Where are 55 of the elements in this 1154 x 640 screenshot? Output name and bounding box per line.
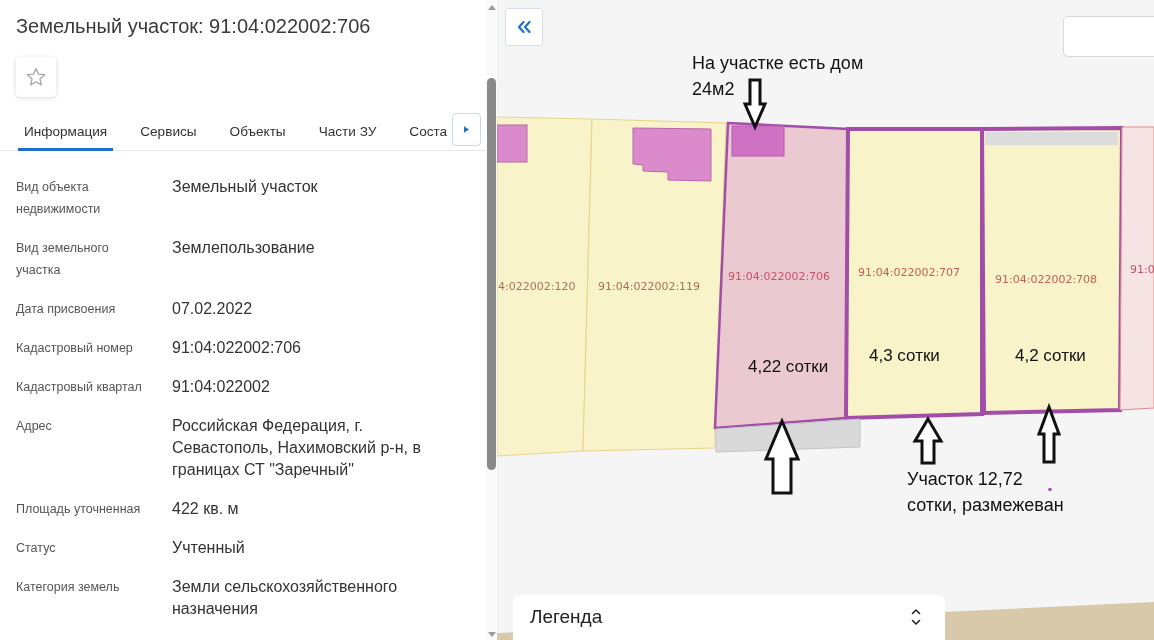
property-value: Учтенный [172,538,246,558]
tab[interactable]: Сервисы [134,114,203,151]
property-label: Кадастровый номер [16,340,134,357]
tab[interactable]: Объекты [223,114,292,151]
annotation-arrow [1036,402,1062,464]
legend-dropdown[interactable]: Легенда [513,595,945,640]
property-value: 422 кв. м [172,499,240,519]
tab[interactable]: Части ЗУ [312,114,383,151]
property-label: Вид объекта недвижимости [16,179,102,218]
scroll-down-icon[interactable] [488,632,496,637]
collapse-panel-button[interactable] [505,8,543,46]
parcel-number: 91:04:022002:708 [995,273,1098,286]
double-chevron-left-icon [517,21,531,33]
favorite-button[interactable] [16,57,56,97]
scrollbar-thumb[interactable] [487,78,496,470]
property-value: 91:04:022002 [172,377,271,397]
property-value: Земли сельскохозяйственного назначения [172,577,399,619]
parcel-number: 91:0 [1130,263,1154,276]
property-label: Кадастровый квартал [16,379,143,396]
search-field[interactable] [1063,16,1154,57]
annotation-arrow [742,78,768,131]
parcel-number: 91:04:022002:706 [728,270,831,283]
up-down-chevron-icon [911,608,921,626]
parcel-number: 91:04:022002:119 [598,280,701,293]
scroll-up-icon[interactable] [488,5,496,10]
house-footprint [731,125,785,157]
parcel-number: 91:04:022002:707 [858,266,961,279]
annotation-arrow [912,416,944,465]
annotation-text: На участке есть дом [692,52,864,75]
caret-right-icon [464,126,469,133]
tab[interactable]: Информация [18,114,114,151]
area-label: 4,2 сотки [1015,346,1086,365]
property-label: Дата присвоения [16,301,117,318]
property-label: Вид земельного участка [16,240,110,279]
parcel-title: Земельный участок: 91:04:022002:706 [16,14,372,39]
property-value: Земельный участок [172,177,319,197]
tab[interactable]: Соста [403,114,454,151]
property-label: Категория земель [16,579,121,596]
property-value: 91:04:022002:706 [172,338,302,358]
property-value: Российская Федерация, г. Севастополь, Нахимовский р-н, в границах СТ "Заречный" [172,416,422,480]
scroll-tabs-button[interactable] [452,113,481,146]
star-icon [26,67,46,87]
annotation-text: 24м2 [692,78,735,101]
property-label: Статус [16,540,57,557]
annotation-text: сотки, размежеван [907,493,1064,517]
area-label: 4,3 сотки [869,346,940,365]
annotation-text: Участок 12,72 [907,468,1023,491]
property-label: Площадь уточненная [16,501,142,518]
point-icon [1048,487,1052,492]
property-value: Землепользование [172,238,316,258]
parcel-number: 4:022002:120 [498,280,576,293]
property-value: 07.02.2022 [172,299,254,319]
area-label: 4,22 сотки [748,357,829,376]
property-label: Адрес [16,418,53,435]
map-view[interactable]: 4:022002:120 91:04:022002:119 91:04:022002:706 4,22 сотки 91:04:022002:707 4,3 сотки 91:04:022002:708 4,2 сотки 91:0 На участке есть дом 24м2 Участок 12,72 сотки, размежеван Легенда [497,0,1154,640]
